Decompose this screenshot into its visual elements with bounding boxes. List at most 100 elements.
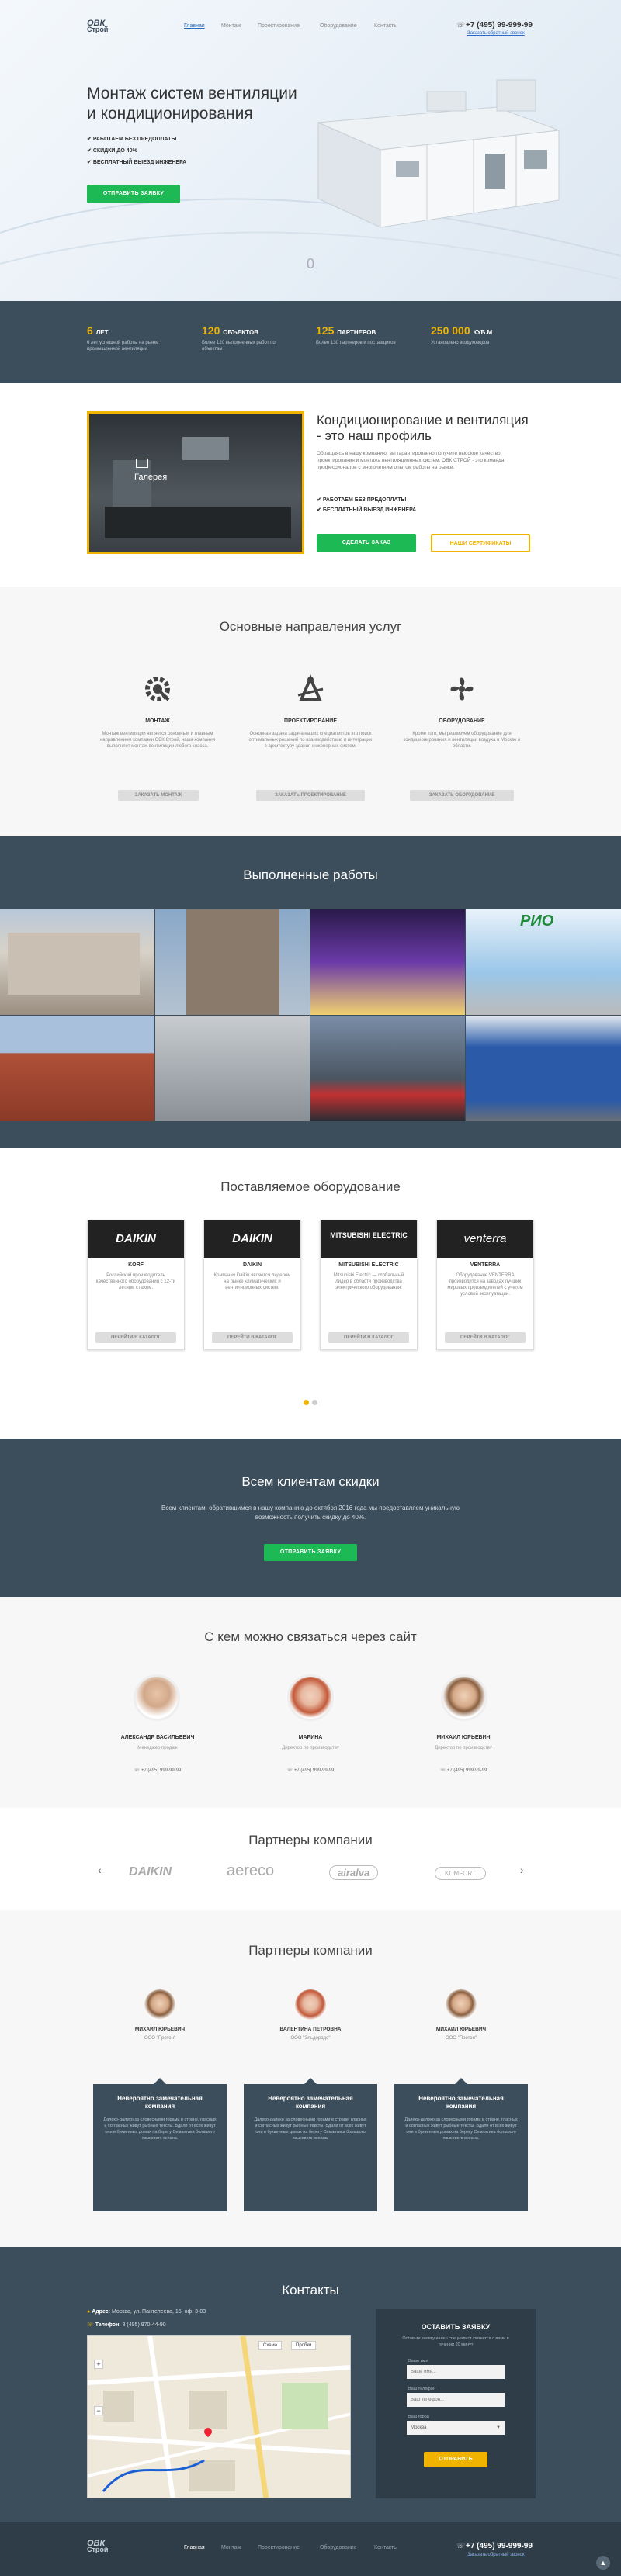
work-photo[interactable]	[310, 909, 465, 1015]
partners-reviews-section: Партнеры компании МИХАИЛ ЮРЬЕВИЧ ООО "Пр…	[0, 1910, 621, 2247]
equipment-text: Российский производитель качественного о…	[95, 1273, 176, 1290]
work-photo[interactable]	[155, 1016, 310, 1121]
map-tab-scheme[interactable]: Схема	[258, 2341, 283, 2350]
work-photo[interactable]	[0, 909, 154, 1015]
scroll-down-indicator[interactable]: 0	[303, 256, 318, 272]
order-equipment-button[interactable]: ЗАКАЗАТЬ ОБОРУДОВАНИЕ	[410, 790, 514, 801]
scroll-top-button[interactable]: ▲	[596, 2556, 610, 2570]
phone-text[interactable]: 8 (495) 970-44-90	[123, 2322, 166, 2328]
chevron-left-icon[interactable]: ‹	[98, 1864, 102, 1876]
nav-contacts[interactable]: Контакты	[374, 23, 397, 29]
contacts-section: Контакты ● Адрес: Москва, ул. Пантелеева…	[0, 2247, 621, 2522]
services-section: Основные направления услуг МОНТАЖ Монтаж…	[0, 587, 621, 836]
header-phone[interactable]: +7 (495) 99-999-99	[466, 21, 533, 29]
person-phone: ☏ +7 (495) 999-99-99	[246, 1768, 375, 1773]
catalog-button[interactable]: ПЕРЕЙТИ В КАТАЛОГ	[95, 1332, 176, 1343]
fan-icon	[450, 677, 474, 701]
nav-design[interactable]: Проектирование	[258, 23, 300, 29]
partners-logos-title: Партнеры компании	[248, 1833, 373, 1847]
catalog-button[interactable]: ПЕРЕЙТИ В КАТАЛОГ	[212, 1332, 293, 1343]
discount-text-line-1: Всем клиентам, обратившимся в нашу компа…	[161, 1504, 460, 1511]
phone-field[interactable]	[407, 2393, 505, 2407]
order-design-button[interactable]: ЗАКАЗАТЬ ПРОЕКТИРОВАНИЕ	[256, 790, 365, 801]
equipment-card: DAIKIN DAIKIN Компания Daikin является л…	[203, 1220, 301, 1350]
make-order-button[interactable]: СДЕЛАТЬ ЗАКАЗ	[317, 534, 416, 552]
check-icon: ✔	[87, 160, 93, 165]
work-photo[interactable]: РИО	[466, 909, 621, 1015]
slider-dot[interactable]	[312, 1400, 317, 1405]
team-section: С кем можно связаться через сайт АЛЕКСАН…	[0, 1597, 621, 1808]
avatar	[144, 1989, 175, 2020]
partner-logo-airalva: airalva	[329, 1865, 379, 1880]
gallery-thumbnail[interactable]: Галерея	[87, 411, 304, 554]
person-phone-text[interactable]: +7 (495) 999-99-99	[141, 1768, 182, 1773]
stat-item: 125 ПАРТНЕРОВ Более 130 партнеров и пост…	[316, 324, 409, 346]
callback-link[interactable]: Заказать обратный звонок	[467, 31, 525, 36]
certificates-button[interactable]: НАШИ СЕРТИФИКАТЫ	[431, 534, 530, 552]
work-photo[interactable]	[0, 1016, 154, 1121]
person-role: Менеджер продаж	[137, 1746, 178, 1750]
hero-submit-button[interactable]: ОТПРАВИТЬ ЗАЯВКУ	[87, 185, 180, 203]
partner-logo-daikin: DAIKIN	[129, 1865, 172, 1878]
work-photo[interactable]	[155, 909, 310, 1015]
service-name: ПРОЕКТИРОВАНИЕ	[283, 718, 337, 724]
work-photo[interactable]	[466, 1016, 621, 1121]
form-subtitle: Оставьте заявку и наш специалист свяжетс…	[402, 2336, 509, 2347]
reviewer-name: ВАЛЕНТИНА ПЕТРОВНА	[279, 2027, 342, 2032]
footer-nav-contacts[interactable]: Контакты	[374, 2545, 397, 2550]
hero-title: Монтаж систем вентиляции и кондициониров…	[87, 84, 297, 124]
slider-dot-active[interactable]	[304, 1400, 309, 1405]
zoom-in-button[interactable]: +	[94, 2360, 103, 2369]
person-phone-text[interactable]: +7 (495) 999-99-99	[294, 1768, 335, 1773]
chevron-right-icon[interactable]: ›	[520, 1864, 524, 1876]
partners-reviews-title: Партнеры компании	[248, 1943, 373, 1958]
review-card: Невероятно замечательная компания Далеко…	[93, 2078, 227, 2211]
footer-nav-home[interactable]: Главная	[184, 2545, 205, 2550]
map-streets	[88, 2336, 350, 2498]
discount-submit-button[interactable]: ОТПРАВИТЬ ЗАЯВКУ	[264, 1544, 357, 1561]
header-logo[interactable]: ОВК Строй	[87, 19, 108, 33]
hero-bullet: ✔ РАБОТАЕМ БЕЗ ПРЕДОПЛАТЫ	[87, 133, 186, 145]
reviewer-company: ООО "Эльдорадо"	[290, 2036, 331, 2041]
work-photo[interactable]	[310, 1016, 465, 1121]
name-field[interactable]	[407, 2365, 505, 2379]
stat-desc: 6 лет успешной работы на рынке промышлен…	[87, 341, 159, 351]
zoom-out-button[interactable]: −	[94, 2406, 103, 2415]
person-phone-text[interactable]: +7 (495) 999-99-99	[447, 1768, 487, 1773]
nav-equipment[interactable]: Оборудование	[320, 23, 357, 29]
equipment-text: Оборудование VENTERRA производится на за…	[447, 1273, 523, 1297]
footer-phone[interactable]: +7 (495) 99-999-99	[466, 2542, 533, 2550]
catalog-button[interactable]: ПЕРЕЙТИ В КАТАЛОГ	[328, 1332, 409, 1343]
brand-logo: MITSUBISHI ELECTRIC	[321, 1220, 417, 1258]
person-name: АЛЕКСАНДР ВАСИЛЬЕВИЧ	[120, 1735, 195, 1740]
footer-nav-design[interactable]: Проектирование	[258, 2545, 300, 2550]
nav-home[interactable]: Главная	[184, 23, 205, 29]
gallery-icon	[136, 459, 148, 468]
discount-title: Всем клиентам скидки	[241, 1474, 380, 1489]
equipment-name: KORF	[128, 1262, 144, 1268]
service-name: МОНТАЖ	[145, 718, 170, 724]
avatar	[446, 1989, 477, 2020]
footer-nav-installation[interactable]: Монтаж	[221, 2545, 241, 2550]
service-name: ОБОРУДОВАНИЕ	[439, 718, 485, 724]
hero-title-line-1: Монтаж систем вентиляции	[87, 85, 297, 102]
footer-nav-equipment[interactable]: Оборудование	[320, 2545, 357, 2550]
map[interactable]: Схема Пробки + −	[87, 2335, 351, 2498]
stat-number: 250 000	[431, 324, 470, 337]
map-tab-traffic[interactable]: Пробки	[291, 2341, 317, 2350]
footer-logo[interactable]: ОВК Строй	[87, 2539, 108, 2553]
catalog-button[interactable]: ПЕРЕЙТИ В КАТАЛОГ	[445, 1332, 526, 1343]
footer-callback-link[interactable]: Заказать обратный звонок	[467, 2553, 525, 2557]
equipment-name: MITSUBISHI ELECTRIC	[338, 1262, 399, 1268]
footer: ОВК Строй Главная Монтаж Проектирование …	[0, 2522, 621, 2576]
stat-item: 6 ЛЕТ 6 лет успешной работы на рынке про…	[87, 324, 188, 352]
phone-icon: ☏	[134, 1768, 141, 1773]
person-phone: ☏ +7 (495) 999-99-99	[399, 1768, 528, 1773]
order-installation-button[interactable]: ЗАКАЗАТЬ МОНТАЖ	[118, 790, 199, 801]
avatar	[134, 1674, 180, 1721]
check-icon: ✔	[317, 497, 323, 503]
nav-installation[interactable]: Монтаж	[221, 23, 241, 29]
city-select[interactable]: Москва ▼	[407, 2421, 505, 2435]
review-card: Невероятно замечательная компания Далеко…	[394, 2078, 528, 2211]
form-submit-button[interactable]: ОТПРАВИТЬ	[424, 2452, 487, 2467]
